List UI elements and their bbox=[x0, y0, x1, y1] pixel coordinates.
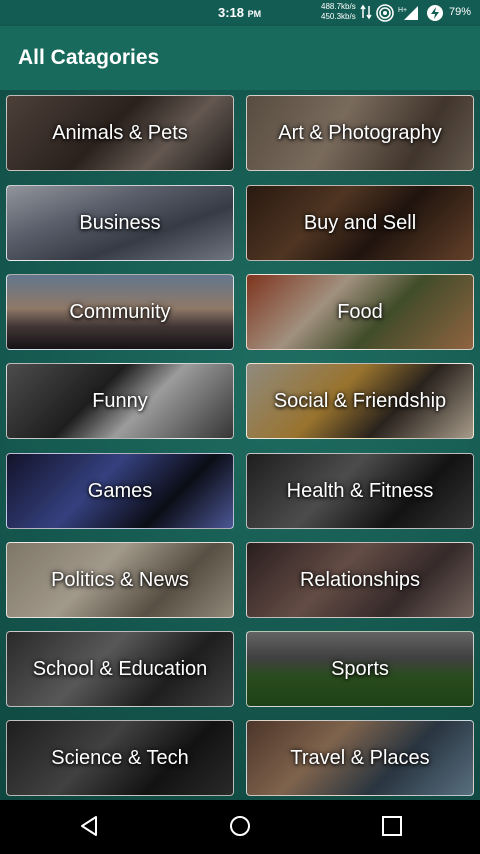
category-tile-relationships[interactable]: Relationships bbox=[246, 542, 474, 618]
hotspot-icon bbox=[376, 4, 394, 27]
clock: 3:18 PM bbox=[218, 5, 262, 20]
category-label: Travel & Places bbox=[290, 746, 430, 769]
category-label: Community bbox=[69, 300, 171, 323]
category-tile-community[interactable]: Community bbox=[6, 274, 234, 350]
upload-speed: 488.7kb/s bbox=[321, 2, 356, 11]
category-label: Science & Tech bbox=[51, 746, 189, 769]
svg-text:H+: H+ bbox=[398, 7, 407, 14]
category-tile-school-education[interactable]: School & Education bbox=[6, 631, 234, 707]
category-tile-games[interactable]: Games bbox=[6, 453, 234, 529]
category-tile-science-tech[interactable]: Science & Tech bbox=[6, 720, 234, 796]
battery-saver-icon bbox=[426, 4, 444, 27]
category-label: Funny bbox=[92, 389, 148, 412]
category-label: Games bbox=[87, 479, 153, 502]
download-speed: 450.3kb/s bbox=[321, 12, 356, 21]
category-tile-politics-news[interactable]: Politics & News bbox=[6, 542, 234, 618]
back-icon[interactable] bbox=[78, 814, 102, 843]
app-bar: All Catagories bbox=[0, 26, 480, 90]
battery-level: 79% bbox=[449, 6, 472, 18]
cell-signal-icon: H+ bbox=[398, 4, 420, 27]
category-label: Health & Fitness bbox=[286, 479, 434, 502]
status-bar: 3:18 PM 488.7kb/s 450.3kb/s H+ 79% bbox=[0, 0, 480, 26]
category-tile-food[interactable]: Food bbox=[246, 274, 474, 350]
category-label: Buy and Sell bbox=[303, 211, 417, 234]
category-tile-art-photography[interactable]: Art & Photography bbox=[246, 95, 474, 171]
category-label: School & Education bbox=[32, 657, 208, 680]
data-transfer-icon bbox=[360, 4, 372, 25]
recents-icon[interactable] bbox=[380, 814, 404, 843]
category-label: Social & Friendship bbox=[273, 389, 447, 412]
navigation-bar bbox=[0, 800, 480, 854]
category-label: Politics & News bbox=[51, 568, 189, 591]
category-tile-buy-and-sell[interactable]: Buy and Sell bbox=[246, 185, 474, 261]
category-label: Relationships bbox=[299, 568, 421, 591]
category-grid: Animals & Pets Art & Photography Busines… bbox=[0, 90, 480, 800]
category-tile-social-friendship[interactable]: Social & Friendship bbox=[246, 363, 474, 439]
network-speed: 488.7kb/s 450.3kb/s bbox=[321, 2, 356, 22]
page-title: All Catagories bbox=[18, 46, 160, 69]
category-tile-travel-places[interactable]: Travel & Places bbox=[246, 720, 474, 796]
category-tile-animals-pets[interactable]: Animals & Pets bbox=[6, 95, 234, 171]
category-tile-business[interactable]: Business bbox=[6, 185, 234, 261]
category-label: Animals & Pets bbox=[52, 121, 188, 144]
category-label: Art & Photography bbox=[278, 121, 442, 144]
home-icon[interactable] bbox=[228, 814, 252, 843]
category-tile-health-fitness[interactable]: Health & Fitness bbox=[246, 453, 474, 529]
category-label: Business bbox=[79, 211, 161, 234]
category-label: Sports bbox=[331, 657, 389, 680]
category-tile-sports[interactable]: Sports bbox=[246, 631, 474, 707]
category-label: Food bbox=[337, 300, 383, 323]
category-tile-funny[interactable]: Funny bbox=[6, 363, 234, 439]
